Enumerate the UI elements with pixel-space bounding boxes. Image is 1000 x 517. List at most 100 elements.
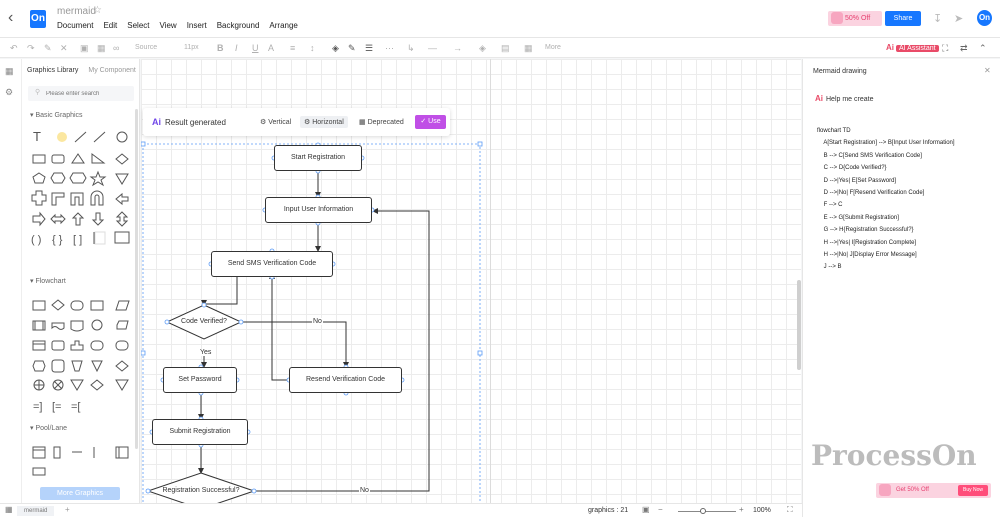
left-panel: ▦ ⚙ Graphics Library My Component ⚲ ▾ Ba… [0, 59, 140, 503]
node-send-sms-code[interactable]: Send SMS Verification Code [211, 251, 333, 277]
help-me-create-button[interactable]: Ai Help me create [815, 94, 873, 103]
layer-icon[interactable]: ◈ [479, 42, 486, 54]
zoom-out-icon[interactable]: − [658, 505, 663, 514]
collapse-icon[interactable]: ⌃ [979, 42, 987, 54]
spacing-icon[interactable]: ↕ [310, 42, 315, 54]
svg-text:=]: =] [33, 401, 42, 413]
fill-color-icon[interactable]: ◈ [332, 42, 339, 54]
bold-icon[interactable]: B [217, 42, 224, 54]
avatar[interactable]: On [977, 10, 992, 26]
settings-icon[interactable]: ⚙ [5, 87, 13, 98]
svg-text:[=: [= [52, 401, 61, 413]
ai-icon: Ai [886, 43, 894, 52]
zoom-slider-handle[interactable] [700, 508, 706, 514]
fullscreen-icon[interactable]: ⛶ [787, 505, 793, 515]
node-registration-successful[interactable]: Registration Successful? [151, 487, 251, 494]
start-arrow-icon[interactable]: — [428, 42, 437, 54]
processon-logo[interactable]: On [30, 10, 46, 28]
menu-arrange[interactable]: Arrange [269, 21, 297, 30]
vertical-option[interactable]: ⚙ Vertical [260, 118, 291, 126]
add-page-icon[interactable]: + [65, 505, 70, 514]
search-icon: ⚲ [35, 89, 41, 96]
align-icon[interactable]: ≡ [290, 42, 295, 54]
clear-format-icon[interactable]: ✕ [60, 42, 68, 54]
connector-icon[interactable]: ↳ [407, 42, 415, 54]
shape-library[interactable]: T () {} [] =] [= =[ [28, 129, 134, 489]
graphics-library-icon[interactable]: ▦ [5, 66, 14, 77]
node-code-verified[interactable]: Code Verified? [167, 318, 241, 325]
arrange-icon[interactable]: ▤ [501, 42, 510, 54]
search-input[interactable] [28, 86, 134, 101]
svg-text:{ }: { } [52, 234, 63, 246]
section-basic-graphics[interactable]: ▾ Basic Graphics [30, 111, 83, 119]
back-arrow-icon[interactable]: ‹ [8, 10, 22, 26]
swap-icon[interactable]: ⇄ [960, 42, 968, 54]
node-submit-registration[interactable]: Submit Registration [152, 419, 248, 445]
menu-insert[interactable]: Insert [187, 21, 207, 30]
svg-text:=[: =[ [71, 401, 80, 413]
node-input-user-information[interactable]: Input User Information [265, 197, 372, 223]
mermaid-panel: Mermaid drawing ✕ Ai Help me create flowc… [802, 59, 1000, 517]
fit-icon[interactable]: ▣ [642, 505, 650, 514]
horizontal-option[interactable]: ⚙ Horizontal [300, 116, 348, 128]
processon-watermark: ProcessOn [811, 439, 977, 472]
more-graphics-button[interactable]: More Graphics [40, 487, 120, 500]
document-name[interactable]: mermaid [57, 6, 96, 17]
menu-view[interactable]: View [160, 21, 177, 30]
menu-document[interactable]: Document [57, 21, 93, 30]
promo-banner[interactable]: Get 50% Off Buy Now [876, 483, 991, 498]
fullscreen-icon[interactable]: ⛶ [942, 42, 948, 54]
link-icon[interactable]: ∞ [113, 42, 119, 54]
ai-assistant-button[interactable]: Ai AI Assistant [886, 42, 939, 54]
font-family-select[interactable]: Source [135, 42, 157, 54]
end-arrow-icon[interactable]: → [453, 42, 462, 54]
more-tools[interactable]: More [545, 42, 561, 54]
menu-select[interactable]: Select [127, 21, 149, 30]
line-width-icon[interactable]: ☰ [365, 42, 373, 54]
zoom-in-icon[interactable]: + [739, 505, 744, 514]
left-icon-strip: ▦ ⚙ [0, 59, 22, 503]
page-list-icon[interactable]: ▦ [5, 505, 13, 514]
use-button[interactable]: ✓ Use [415, 115, 446, 129]
mermaid-code[interactable]: flowchart TD A[Start Registration] --> B… [817, 125, 955, 274]
menu-edit[interactable]: Edit [103, 21, 117, 30]
node-resend-verification-code[interactable]: Resend Verification Code [289, 367, 402, 393]
gift-icon [831, 12, 843, 24]
zoom-slider[interactable] [678, 511, 736, 512]
undo-icon[interactable]: ↶ [10, 42, 18, 54]
buy-now-button[interactable]: Buy Now [957, 485, 988, 496]
text-color-icon[interactable]: A [268, 42, 274, 54]
node-start-registration[interactable]: Start Registration [274, 145, 362, 171]
svg-text:( ): ( ) [31, 234, 41, 246]
font-size-select[interactable]: 11px [184, 42, 199, 54]
svg-text:[ ]: [ ] [73, 234, 82, 246]
deprecated-option[interactable]: ▦ Deprecated [359, 118, 404, 126]
page-tab[interactable]: mermaid [17, 506, 55, 516]
ai-icon: Ai [815, 94, 823, 103]
left-scrollbar[interactable] [135, 109, 138, 449]
image-icon[interactable]: ▣ [80, 42, 89, 54]
tab-my-component[interactable]: My Component [88, 67, 135, 74]
italic-icon[interactable]: I [235, 42, 238, 54]
star-icon[interactable]: ☆ [93, 5, 102, 16]
svg-text:T: T [33, 129, 41, 144]
close-icon[interactable]: ✕ [984, 66, 991, 75]
underline-icon[interactable]: U [252, 42, 259, 54]
send-icon[interactable]: ➤ [954, 12, 963, 25]
table-icon[interactable]: ▦ [97, 42, 106, 54]
redo-icon[interactable]: ↷ [27, 42, 35, 54]
edge-label-yes: Yes [199, 349, 213, 356]
format-painter-icon[interactable]: ✎ [44, 42, 52, 54]
share-button[interactable]: Share [885, 11, 921, 26]
panel-title: Mermaid drawing [813, 68, 867, 75]
line-style-icon[interactable]: ⋯ [385, 42, 394, 54]
zoom-level[interactable]: 100% [753, 507, 771, 514]
line-color-icon[interactable]: ✎ [348, 42, 356, 54]
group-icon[interactable]: ▦ [524, 42, 533, 54]
menu-background[interactable]: Background [217, 21, 260, 30]
promo-badge[interactable]: 50% Off [828, 11, 882, 26]
tab-graphics-library[interactable]: Graphics Library [27, 67, 78, 74]
node-set-password[interactable]: Set Password [163, 367, 237, 393]
canvas-scrollbar[interactable] [797, 280, 801, 370]
download-icon[interactable]: ↧ [933, 12, 942, 25]
